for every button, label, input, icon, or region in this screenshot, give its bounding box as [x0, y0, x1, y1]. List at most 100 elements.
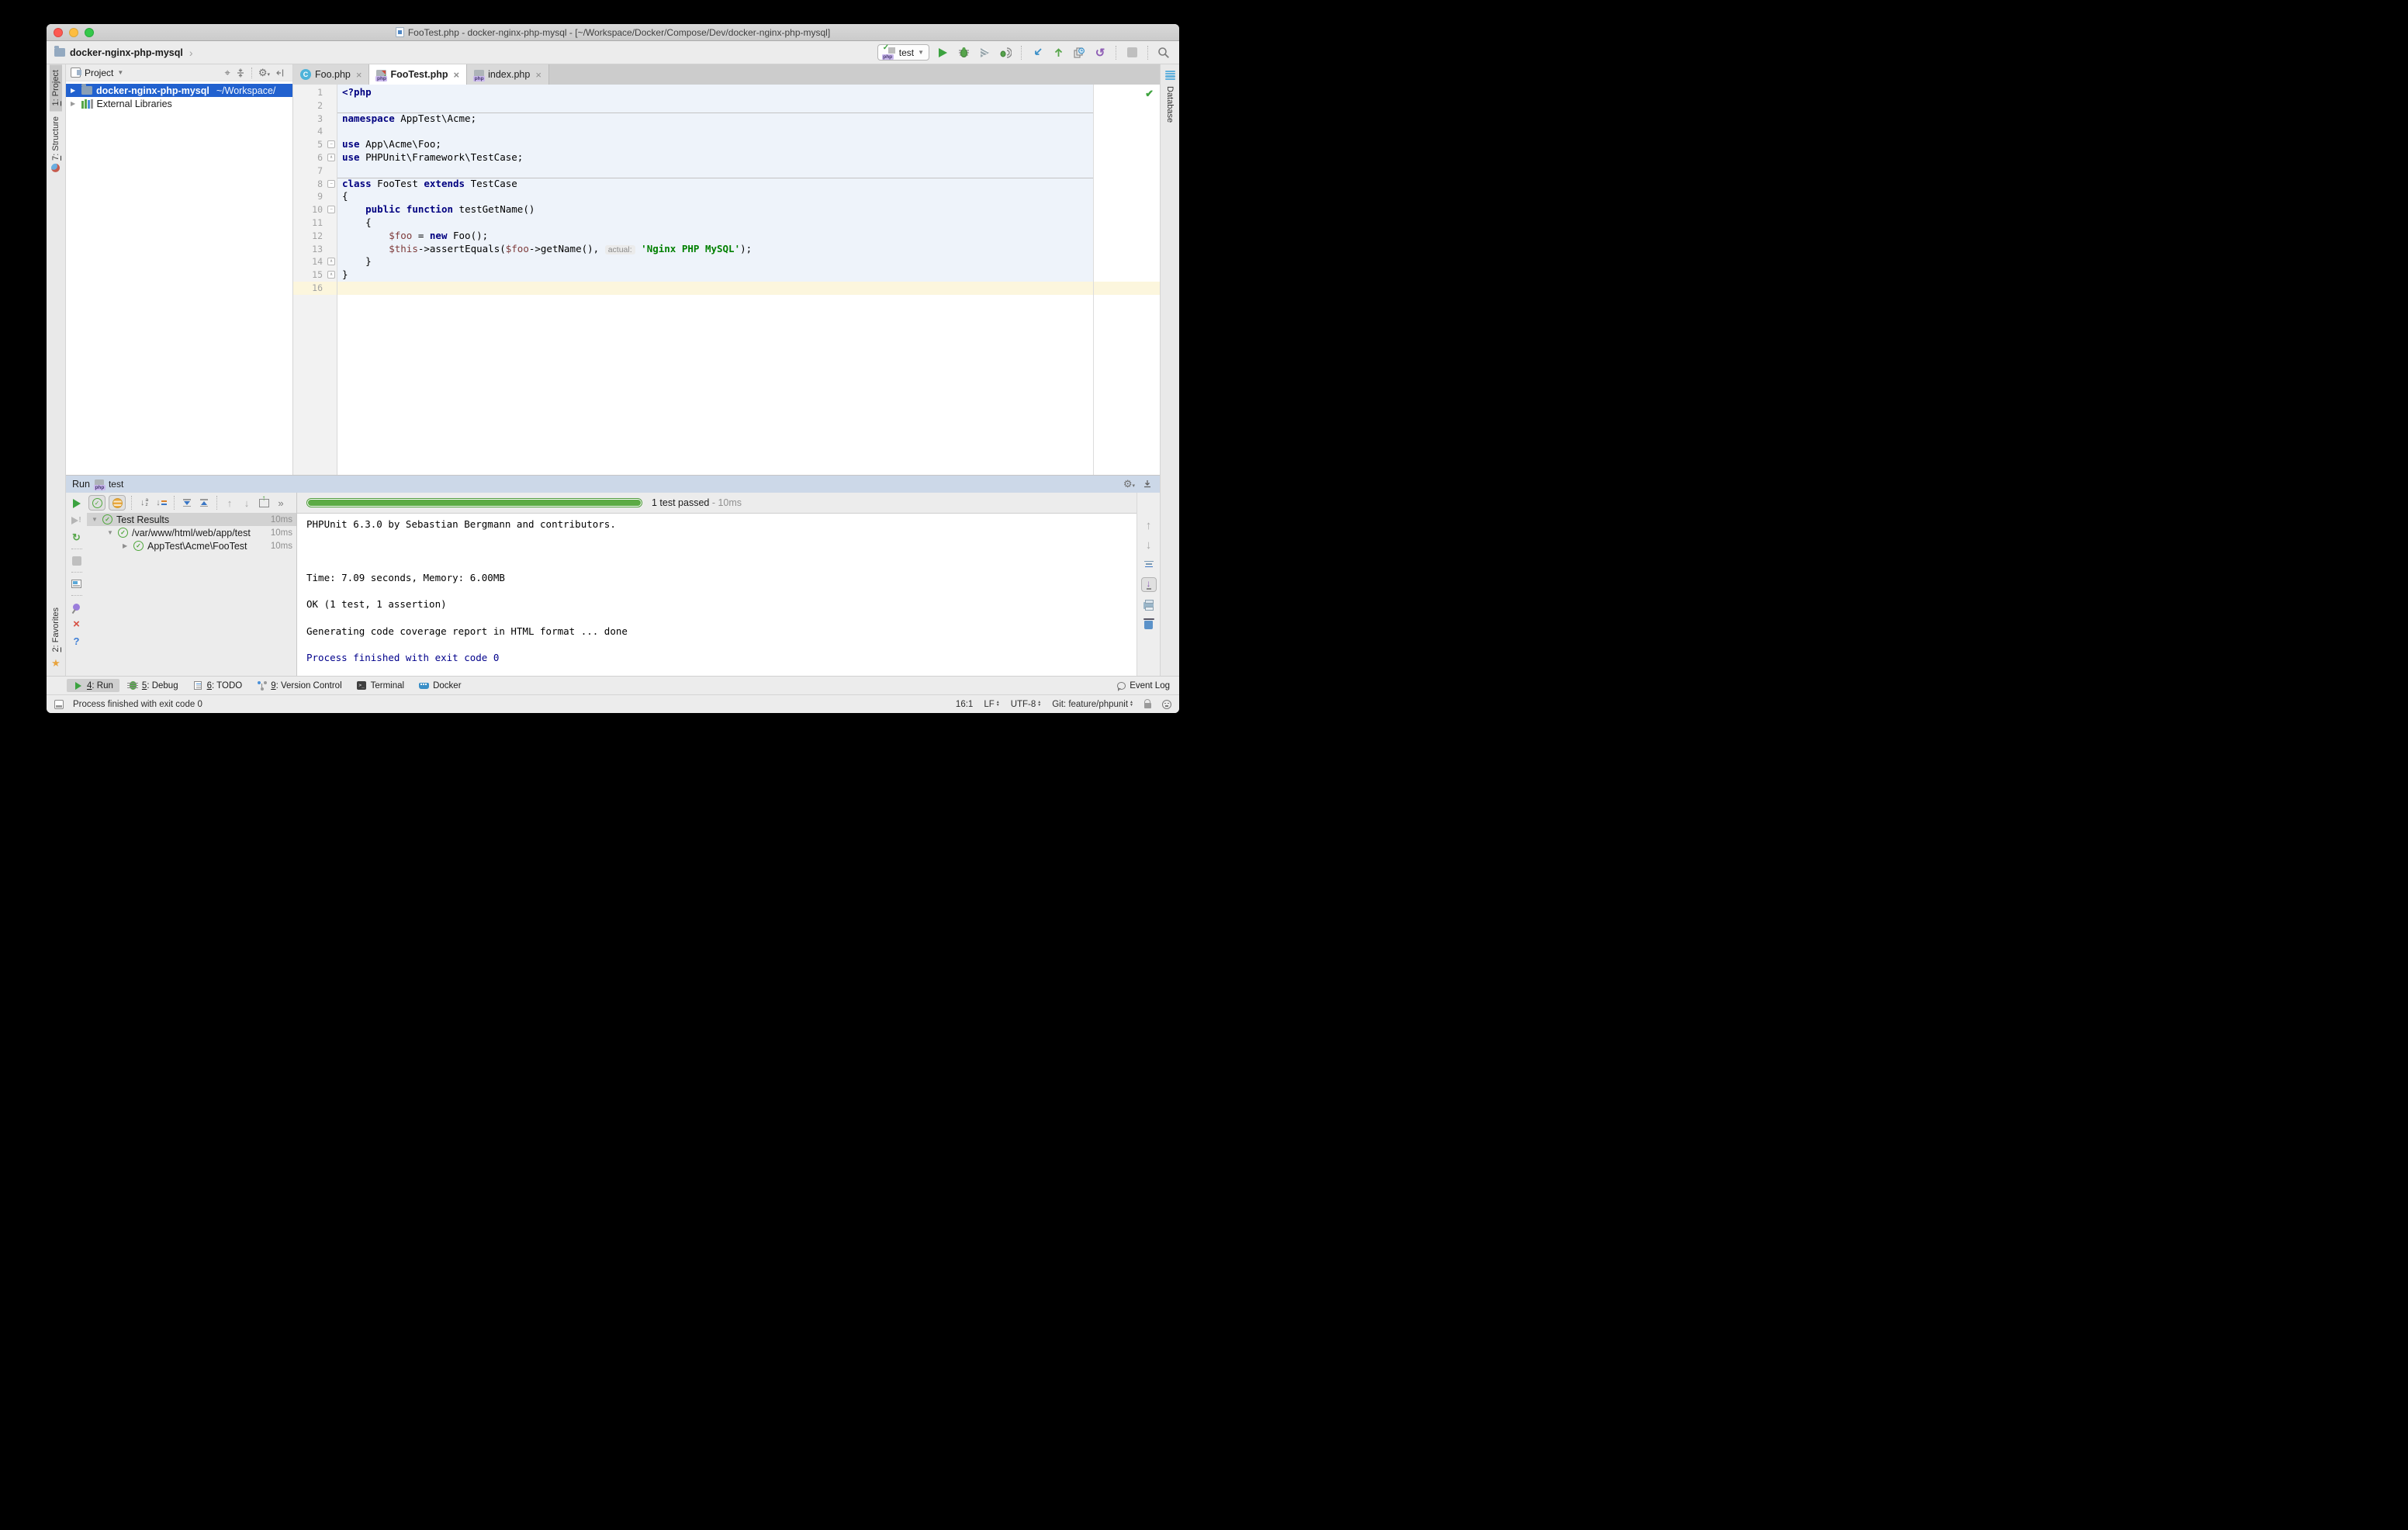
- code-line: use App\Acme\Foo;: [337, 138, 1160, 151]
- expand-all-icon[interactable]: [180, 496, 194, 510]
- locate-file-icon[interactable]: ⌖: [225, 67, 230, 79]
- tool-window-tab-database[interactable]: Database: [1164, 81, 1176, 128]
- external-libraries-row[interactable]: ▶ External Libraries: [66, 97, 292, 110]
- tool-window-bar: 4: Run5: Debug6: TODO9: Version Control>…: [47, 676, 1179, 694]
- debug-button[interactable]: [956, 45, 971, 61]
- encoding-widget[interactable]: UTF-8▲▼: [1011, 700, 1042, 709]
- editor-tab-1[interactable]: phpFooTest.php×: [369, 64, 467, 85]
- fold-marker-icon[interactable]: ∧: [327, 271, 335, 279]
- project-panel-title[interactable]: Project: [85, 68, 113, 78]
- console-line: Process finished with exit code 0: [306, 651, 1129, 664]
- soft-wrap-icon[interactable]: [1142, 558, 1156, 570]
- inspection-ok-icon[interactable]: ✔: [1145, 88, 1154, 100]
- php-config-icon: php: [95, 479, 104, 489]
- console-line: [306, 611, 1129, 624]
- php-test-file-icon: php: [376, 70, 386, 80]
- collapse-all-icon[interactable]: [197, 496, 211, 510]
- restore-layout-icon[interactable]: [71, 578, 83, 590]
- gear-icon[interactable]: ⚙▾: [1123, 478, 1135, 490]
- expander-icon[interactable]: ▶: [71, 87, 78, 94]
- stop-button[interactable]: [1124, 45, 1140, 61]
- editor-code[interactable]: <?phpnamespace AppTest\Acme;use App\Acme…: [337, 85, 1160, 475]
- highlighting-level-icon[interactable]: [1162, 700, 1171, 709]
- lock-icon[interactable]: [1144, 703, 1151, 708]
- help-icon[interactable]: ?: [71, 635, 83, 647]
- tool-window-button-debug[interactable]: 5: Debug: [122, 679, 185, 692]
- collapse-all-icon[interactable]: [236, 68, 245, 78]
- vcs-commit-button[interactable]: [1050, 45, 1066, 61]
- breadcrumb[interactable]: docker-nginx-php-mysql ›: [54, 47, 193, 59]
- tool-window-button-todo[interactable]: 6: TODO: [187, 679, 249, 692]
- expander-icon[interactable]: ▶: [71, 100, 78, 107]
- minimize-window-button[interactable]: [69, 28, 78, 37]
- line-separator-widget[interactable]: LF▲▼: [984, 700, 999, 709]
- scroll-to-end-icon[interactable]: ↓: [1141, 577, 1157, 592]
- search-everywhere-button[interactable]: [1156, 45, 1171, 61]
- expander-icon[interactable]: ▶: [123, 542, 130, 549]
- sort-by-duration-icon[interactable]: ↓: [154, 496, 168, 510]
- git-branch-widget[interactable]: Git: feature/phpunit▲▼: [1052, 700, 1133, 709]
- close-icon[interactable]: ×: [535, 69, 541, 81]
- rollback-button[interactable]: ↺: [1092, 45, 1108, 61]
- console-line: [306, 584, 1129, 597]
- tool-window-button-terminal[interactable]: >_Terminal: [351, 679, 410, 692]
- sort-alphabetically-icon[interactable]: ↓az: [137, 496, 151, 510]
- toggle-toolwindows-icon[interactable]: [54, 700, 64, 709]
- fold-marker-icon[interactable]: −: [327, 140, 335, 148]
- tool-window-tab-structure[interactable]: 7: Structure: [50, 111, 62, 178]
- editor-tab-2[interactable]: phpindex.php×: [467, 64, 549, 85]
- console-output[interactable]: PHPUnit 6.3.0 by Sebastian Bergmann and …: [297, 513, 1160, 676]
- editor-tab-0[interactable]: CFoo.php×: [293, 64, 369, 85]
- previous-occurrence-icon[interactable]: ↑: [223, 496, 237, 510]
- scroll-down-icon[interactable]: ↓: [1142, 538, 1156, 551]
- close-icon[interactable]: ×: [356, 69, 362, 81]
- event-log-button[interactable]: Event Log: [1117, 681, 1170, 691]
- show-ignored-toggle[interactable]: [109, 495, 126, 511]
- stop-process-button[interactable]: [71, 555, 83, 566]
- fold-marker-icon[interactable]: −: [327, 180, 335, 188]
- close-icon[interactable]: ×: [454, 69, 460, 81]
- caret-position-widget[interactable]: 16:1: [956, 700, 973, 709]
- export-test-results-icon[interactable]: [257, 496, 271, 510]
- scroll-up-icon[interactable]: ↑: [1142, 519, 1156, 531]
- hide-panel-icon[interactable]: [275, 68, 285, 78]
- tool-window-tab-favorites[interactable]: 2: Favorites: [50, 602, 62, 657]
- print-icon[interactable]: [1142, 599, 1156, 611]
- recent-changes-button[interactable]: [1071, 45, 1087, 61]
- clear-all-icon[interactable]: [1142, 618, 1156, 631]
- fold-marker-icon[interactable]: −: [327, 206, 335, 213]
- chevron-down-icon[interactable]: ▼: [117, 69, 123, 76]
- next-occurrence-icon[interactable]: ↓: [240, 496, 254, 510]
- tool-window-button-docker[interactable]: Docker: [413, 679, 467, 692]
- gear-icon[interactable]: ⚙▾: [258, 67, 270, 79]
- fold-marker-icon[interactable]: ∧: [327, 154, 335, 161]
- show-passed-toggle[interactable]: ✓: [88, 495, 106, 511]
- php-file-icon: php: [474, 70, 484, 80]
- tool-window-tab-project[interactable]: 1: Project: [50, 64, 62, 111]
- project-root-row[interactable]: ▶ docker-nginx-php-mysql ~/Workspace/: [66, 84, 292, 97]
- run-configuration-selector[interactable]: ✓ php test ▼: [877, 44, 929, 61]
- test-tree-row[interactable]: ▼✓Test Results10ms: [87, 513, 296, 526]
- close-window-button[interactable]: [54, 28, 63, 37]
- line-number: 4: [293, 125, 337, 138]
- test-tree-row[interactable]: ▶✓AppTest\Acme\FooTest10ms: [87, 539, 296, 552]
- pin-tab-icon[interactable]: [71, 601, 83, 613]
- expander-icon[interactable]: ▼: [92, 516, 99, 523]
- test-tree-row[interactable]: ▼✓/var/www/html/web/app/test10ms: [87, 526, 296, 539]
- vcs-update-button[interactable]: [1029, 45, 1045, 61]
- rerun-button[interactable]: [71, 497, 83, 509]
- zoom-window-button[interactable]: [85, 28, 94, 37]
- toolbar-overflow-icon[interactable]: »: [274, 496, 288, 510]
- run-with-coverage-button[interactable]: [977, 45, 992, 61]
- hide-tool-window-icon[interactable]: [1143, 479, 1152, 489]
- listen-debug-connections-button[interactable]: [998, 45, 1013, 61]
- expander-icon[interactable]: ▼: [107, 529, 114, 536]
- rerun-failed-tests-icon[interactable]: !: [71, 514, 83, 526]
- tool-window-button-versioncontrol[interactable]: 9: Version Control: [251, 679, 348, 692]
- test-status-row: 1 test passed - 10ms: [297, 493, 1160, 513]
- toggle-auto-test-icon[interactable]: ↻: [71, 531, 83, 543]
- fold-marker-icon[interactable]: ∧: [327, 258, 335, 265]
- close-tab-icon[interactable]: ×: [71, 618, 83, 630]
- tool-window-button-run[interactable]: 4: Run: [67, 679, 119, 692]
- run-button[interactable]: [935, 45, 950, 61]
